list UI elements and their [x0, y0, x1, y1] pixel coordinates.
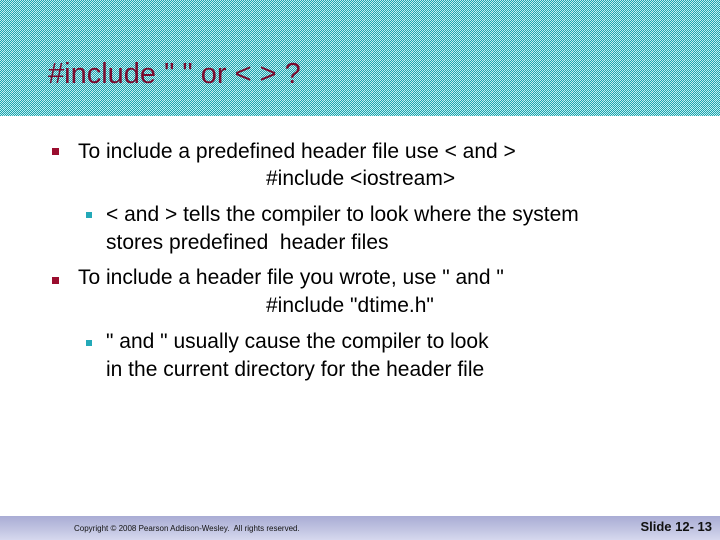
- code-line: #include "dtime.h": [266, 294, 434, 317]
- square-bullet-icon: [86, 212, 92, 218]
- sub-bullet-text: stores predefined header files: [106, 231, 389, 254]
- slide-number: Slide 12- 13: [640, 519, 712, 534]
- square-bullet-icon: [52, 148, 59, 155]
- bullet-text: To include a header file you wrote, use …: [78, 266, 504, 289]
- square-bullet-icon: [52, 277, 59, 284]
- code-line: #include <iostream>: [266, 167, 456, 190]
- slide-title: #include " " or < > ?: [48, 58, 301, 90]
- sub-bullet-text: in the current directory for the header …: [106, 358, 485, 381]
- sub-bullet-text: < and > tells the compiler to look where…: [106, 203, 579, 226]
- sub-bullet-text: " and " usually cause the compiler to lo…: [106, 330, 489, 353]
- footer-bar: Copyright © 2008 Pearson Addison-Wesley.…: [0, 516, 720, 540]
- bullet-text: To include a predefined header file use …: [78, 140, 516, 163]
- copyright-notice: Copyright © 2008 Pearson Addison-Wesley.…: [74, 524, 300, 533]
- square-bullet-icon: [86, 340, 92, 346]
